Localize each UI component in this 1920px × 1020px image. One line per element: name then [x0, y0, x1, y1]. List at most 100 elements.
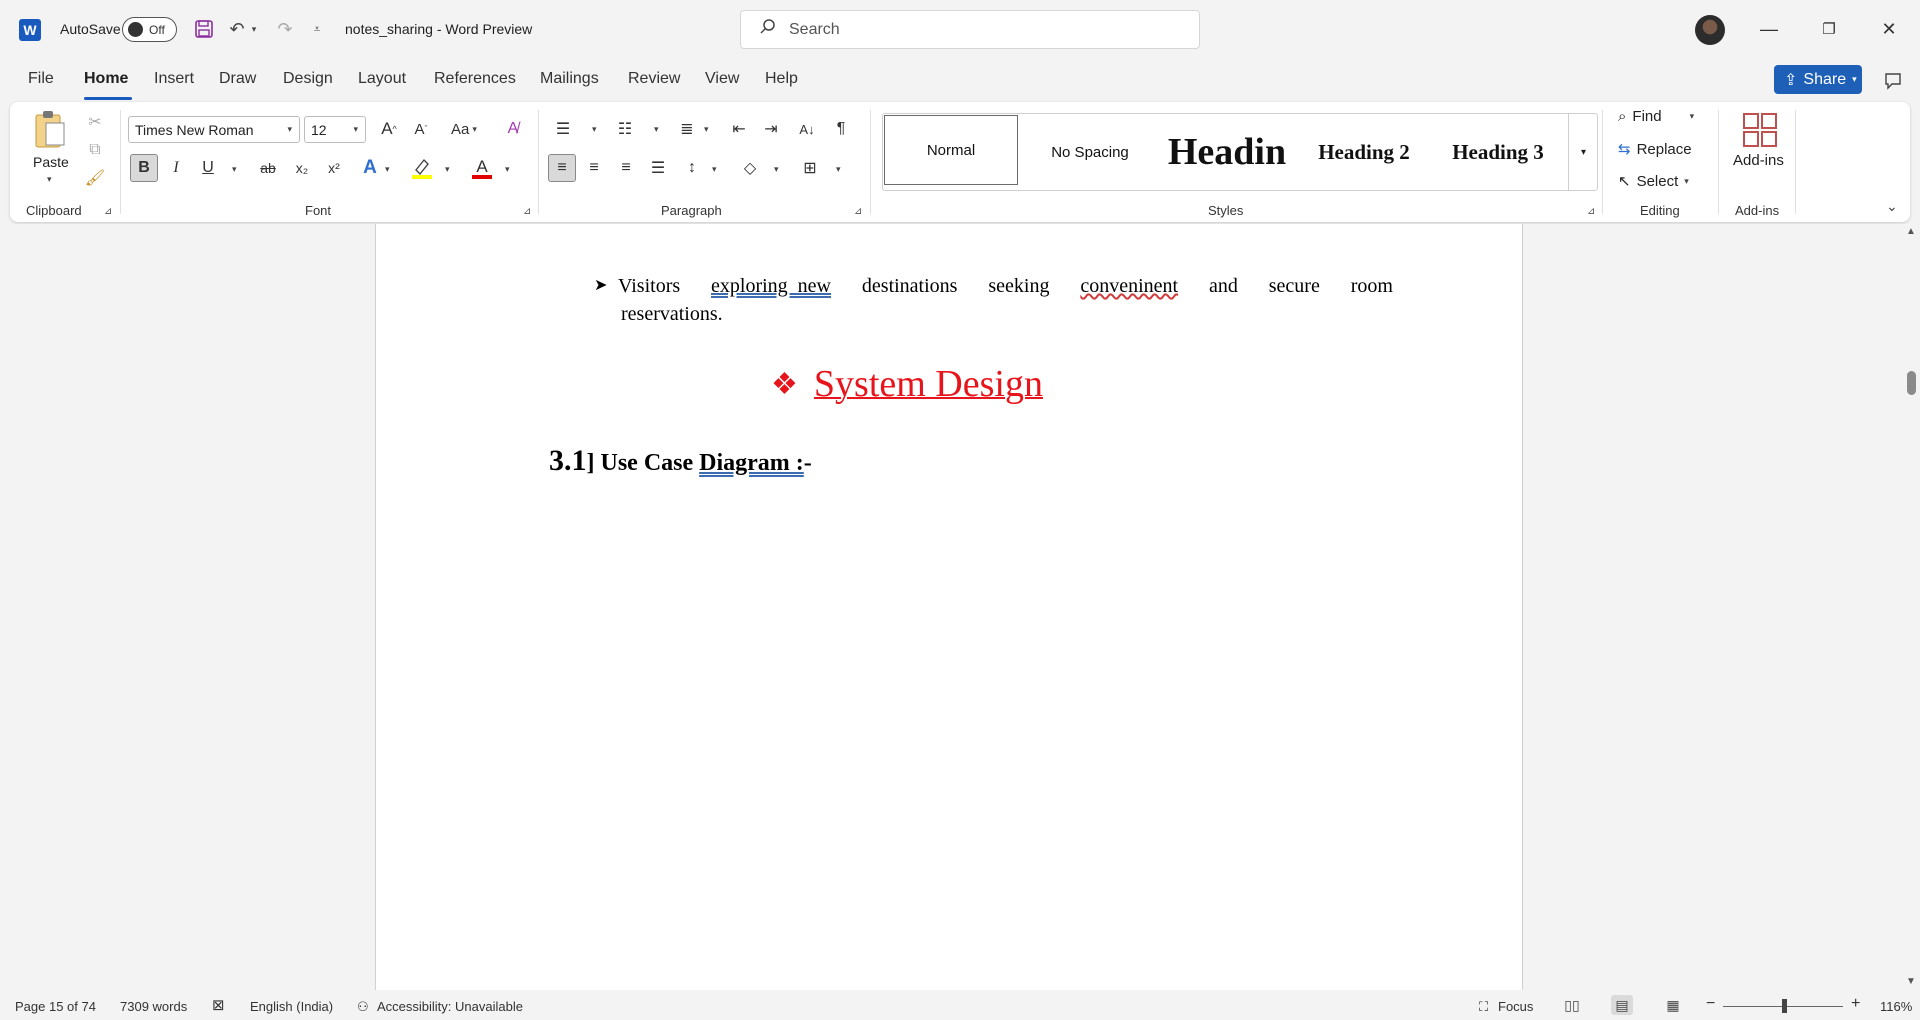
font-color-dropdown-icon[interactable]: ▾	[505, 164, 510, 175]
tab-layout[interactable]: Layout	[358, 70, 406, 88]
zoom-in-icon[interactable]: +	[1851, 995, 1860, 1013]
format-painter-icon[interactable]: 🖌	[83, 166, 107, 190]
tab-references[interactable]: References	[434, 70, 516, 88]
copy-icon[interactable]: ⧉	[83, 138, 107, 162]
section-heading[interactable]: ❖ System Design	[771, 362, 1043, 406]
autosave-toggle[interactable]: Off	[122, 17, 177, 42]
tab-view[interactable]: View	[705, 70, 739, 88]
select-button[interactable]: ↖ Select ▾	[1618, 172, 1689, 191]
multilevel-list-icon[interactable]: ≣	[674, 116, 700, 142]
line-spacing-icon[interactable]: ↕	[678, 154, 706, 182]
collapse-ribbon-icon[interactable]: ⌄	[1886, 198, 1898, 215]
restore-icon[interactable]: ❐	[1809, 14, 1849, 44]
tab-mailings[interactable]: Mailings	[540, 70, 599, 88]
subscript-button[interactable]: x₂	[288, 154, 316, 182]
read-mode-icon[interactable]: ▯▯	[1561, 995, 1583, 1015]
scrollbar-thumb[interactable]	[1907, 371, 1916, 395]
save-icon[interactable]	[191, 16, 217, 42]
scroll-down-icon[interactable]: ▼	[1906, 976, 1916, 987]
line-spacing-dropdown-icon[interactable]: ▾	[712, 164, 717, 175]
print-layout-icon[interactable]: ▤	[1611, 995, 1633, 1015]
addins-icon[interactable]	[1740, 110, 1780, 150]
clipboard-launcher-icon[interactable]: ⊿	[104, 206, 112, 217]
find-button[interactable]: ⌕ Find ▾	[1618, 108, 1694, 125]
style-heading-2[interactable]: Heading 2	[1297, 114, 1431, 190]
addins-label[interactable]: Add-ins	[1733, 152, 1784, 169]
web-layout-icon[interactable]: ▦	[1662, 995, 1684, 1015]
shading-dropdown-icon[interactable]: ▾	[774, 164, 779, 175]
avatar[interactable]	[1695, 15, 1725, 45]
focus-label[interactable]: Focus	[1498, 999, 1533, 1014]
tab-home[interactable]: Home	[84, 70, 128, 88]
numbering-dropdown-icon[interactable]: ▾	[654, 124, 659, 135]
paste-label[interactable]: Paste	[33, 154, 69, 170]
font-launcher-icon[interactable]: ⊿	[523, 206, 531, 217]
redo-icon[interactable]: ↷	[272, 16, 298, 42]
clear-formatting-icon[interactable]: A̸	[500, 116, 526, 142]
paste-icon[interactable]	[32, 108, 68, 150]
tab-draw[interactable]: Draw	[219, 70, 256, 88]
font-family-select[interactable]: Times New Roman ▾	[128, 116, 300, 143]
zoom-out-icon[interactable]: −	[1706, 995, 1715, 1013]
heading-text-flagged[interactable]: Diagram :	[699, 450, 804, 477]
comments-icon[interactable]	[1880, 68, 1906, 94]
align-left-icon[interactable]: ≡	[548, 154, 576, 182]
bold-button[interactable]: B	[130, 154, 158, 182]
underline-button[interactable]: U	[194, 154, 222, 182]
font-color-icon[interactable]: A	[468, 154, 496, 182]
search-input[interactable]	[789, 20, 1169, 39]
align-center-icon[interactable]: ≡	[580, 154, 608, 182]
word-grammar-flag[interactable]: exploring new	[711, 272, 831, 300]
style-heading-3[interactable]: Heading 3	[1431, 114, 1565, 190]
highlight-icon[interactable]	[408, 154, 436, 182]
borders-dropdown-icon[interactable]: ▾	[836, 164, 841, 175]
increase-indent-icon[interactable]: ⇥	[758, 116, 784, 142]
styles-launcher-icon[interactable]: ⊿	[1587, 206, 1595, 217]
styles-more-icon[interactable]: ▾	[1568, 113, 1598, 191]
multilevel-dropdown-icon[interactable]: ▾	[704, 124, 709, 135]
style-normal[interactable]: Normal	[884, 115, 1018, 185]
word-spelling-flag[interactable]: conveninent	[1080, 272, 1178, 300]
undo-dropdown-icon[interactable]: ▾	[247, 16, 261, 42]
shrink-font-icon[interactable]: Aˇ	[408, 116, 434, 142]
style-heading-1[interactable]: Headin	[1159, 114, 1295, 190]
text-effects-icon[interactable]: A	[356, 154, 384, 182]
scroll-up-icon[interactable]: ▲	[1906, 226, 1916, 237]
document-page[interactable]: ➤ Visitors exploring new destinations se…	[375, 224, 1523, 990]
highlight-dropdown-icon[interactable]: ▾	[445, 164, 450, 175]
borders-icon[interactable]: ⊞	[796, 154, 824, 182]
decrease-indent-icon[interactable]: ⇤	[726, 116, 752, 142]
bullets-dropdown-icon[interactable]: ▾	[592, 124, 597, 135]
shading-icon[interactable]: ◇	[736, 154, 764, 182]
justify-icon[interactable]: ☰	[644, 154, 672, 182]
vertical-scrollbar[interactable]: ▲ ▼	[1902, 224, 1920, 990]
zoom-slider-thumb[interactable]	[1782, 999, 1787, 1013]
bullet-paragraph[interactable]: ➤ Visitors exploring new destinations se…	[594, 272, 1398, 328]
minimize-icon[interactable]: —	[1749, 14, 1789, 44]
underline-dropdown-icon[interactable]: ▾	[232, 164, 237, 175]
page-count[interactable]: Page 15 of 74	[15, 999, 96, 1014]
sort-icon[interactable]: A↓	[794, 116, 820, 142]
superscript-button[interactable]: x²	[320, 154, 348, 182]
word-count[interactable]: 7309 words	[120, 999, 187, 1014]
paste-dropdown-icon[interactable]: ▾	[47, 174, 52, 185]
numbering-icon[interactable]: ☷	[612, 116, 638, 142]
tab-help[interactable]: Help	[765, 70, 798, 88]
close-icon[interactable]: ✕	[1869, 14, 1909, 44]
replace-button[interactable]: ⇆ Replace	[1618, 140, 1692, 159]
tab-design[interactable]: Design	[283, 70, 333, 88]
change-case-button[interactable]: Aa ▾	[444, 116, 484, 142]
language[interactable]: English (India)	[250, 999, 333, 1014]
style-no-spacing[interactable]: No Spacing	[1023, 114, 1157, 190]
text-effects-dropdown-icon[interactable]: ▾	[385, 164, 390, 175]
tab-file[interactable]: File	[28, 70, 54, 88]
paragraph-launcher-icon[interactable]: ⊿	[854, 206, 862, 217]
font-size-select[interactable]: 12 ▾	[304, 116, 366, 143]
proofing-icon[interactable]: ⊠	[212, 996, 225, 1014]
cut-icon[interactable]: ✂	[83, 110, 107, 134]
grow-font-icon[interactable]: A ^	[376, 116, 402, 142]
focus-icon[interactable]: ⛶	[1479, 999, 1488, 1015]
accessibility-icon[interactable]: ⚇	[357, 999, 369, 1015]
share-button[interactable]: ⇪ Share ▾	[1774, 65, 1862, 94]
accessibility-status[interactable]: Accessibility: Unavailable	[377, 999, 523, 1014]
